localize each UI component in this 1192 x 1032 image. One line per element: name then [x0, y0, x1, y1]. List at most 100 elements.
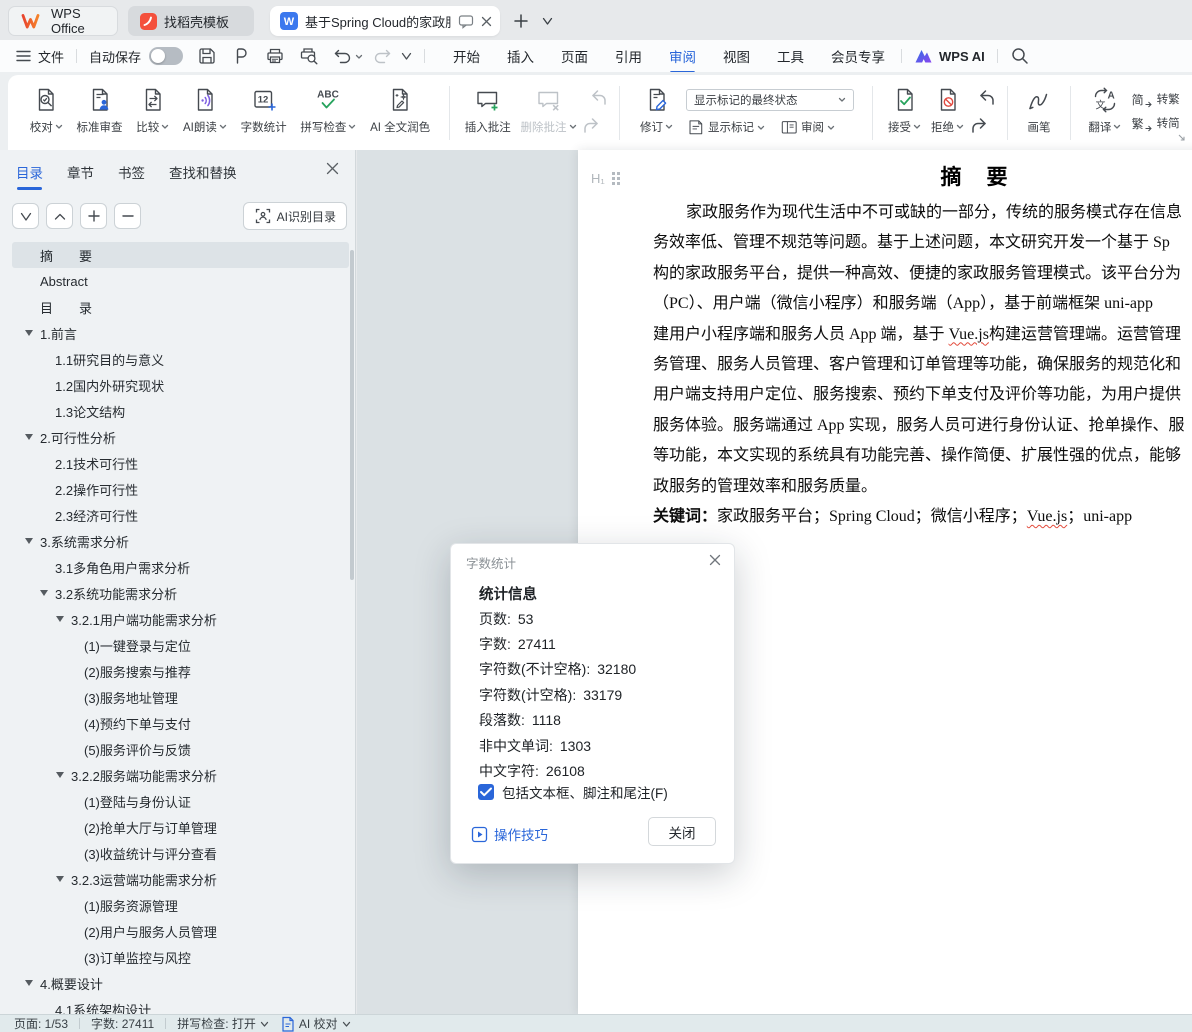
markup-state-select[interactable]: 显示标记的最终状态 — [686, 88, 854, 111]
toc-plus-button[interactable] — [80, 203, 107, 229]
toc-item[interactable]: (3)收益统计与评分查看 — [12, 840, 349, 866]
toc-chevron-up-button[interactable] — [46, 203, 73, 229]
close-tab-icon[interactable] — [481, 16, 492, 27]
toc-collapse-arrow-icon[interactable] — [25, 980, 33, 986]
ribbon-reject-button[interactable]: 拒绝 — [929, 82, 966, 135]
toc-collapse-arrow-icon[interactable] — [25, 434, 33, 440]
ribbon-revise-button[interactable]: 修订 — [638, 82, 675, 135]
tab-list-chevron-icon[interactable] — [542, 16, 553, 26]
convert-转繁-button[interactable]: 简转繁 — [1132, 91, 1180, 108]
menu-tab-页面[interactable]: 页面 — [561, 46, 588, 66]
ribbon-ai-polish-button[interactable]: AI 全文润色 — [368, 82, 432, 135]
ribbon-word-count-button[interactable]: 12 字数统计 — [239, 82, 289, 135]
toc-collapse-arrow-icon[interactable] — [25, 330, 33, 336]
ribbon-compare-button[interactable]: 比较 — [134, 82, 171, 135]
search-icon[interactable] — [1010, 46, 1030, 66]
toc-item[interactable]: 2.2操作可行性 — [12, 476, 349, 502]
export-pdf-icon[interactable] — [231, 46, 251, 66]
toc-item[interactable]: 2.可行性分析 — [12, 424, 349, 450]
toc-item[interactable]: 3.2.3运营端功能需求分析 — [12, 866, 349, 892]
toc-item[interactable]: 2.3经济可行性 — [12, 502, 349, 528]
toc-item[interactable]: 3.系统需求分析 — [12, 528, 349, 554]
undo-button[interactable] — [333, 46, 363, 66]
close-dialog-icon[interactable] — [709, 554, 721, 566]
toc-item[interactable]: 摘 要 — [12, 242, 349, 268]
print-preview-icon[interactable] — [299, 46, 319, 66]
status-spellcheck[interactable]: 拼写检查: 打开 — [177, 1015, 269, 1032]
toc-item[interactable]: (4)预约下单与支付 — [12, 710, 349, 736]
toc-item[interactable]: 1.3论文结构 — [12, 398, 349, 424]
toc-item[interactable]: (3)订单监控与风控 — [12, 944, 349, 970]
menu-tab-插入[interactable]: 插入 — [507, 46, 534, 66]
menu-tab-会员专享[interactable]: 会员专享 — [831, 46, 885, 66]
toc-item[interactable]: Abstract — [12, 268, 349, 294]
toc-scrollbar[interactable] — [350, 250, 354, 580]
tips-link[interactable]: 操作技巧 — [471, 824, 548, 844]
ribbon-accept-button[interactable]: 接受 — [886, 82, 923, 135]
toc-chevron-down-button[interactable] — [12, 203, 39, 229]
ribbon-proofread-button[interactable]: 校对 — [28, 82, 65, 135]
toc-item[interactable]: (1)服务资源管理 — [12, 892, 349, 918]
save-icon[interactable] — [197, 46, 217, 66]
toc-item[interactable]: (2)抢单大厅与订单管理 — [12, 814, 349, 840]
menu-tab-审阅[interactable]: 审阅 — [669, 46, 696, 74]
toc-item[interactable]: (2)用户与服务人员管理 — [12, 918, 349, 944]
toc-collapse-arrow-icon[interactable] — [40, 590, 48, 596]
more-commands-chevron-icon[interactable] — [401, 51, 412, 61]
toc-item[interactable]: 2.1技术可行性 — [12, 450, 349, 476]
toc-item[interactable]: 目 录 — [12, 294, 349, 320]
comment-bubble-icon[interactable] — [458, 14, 474, 29]
tab-wps-office[interactable]: WPS Office — [8, 6, 118, 36]
convert-转简-button[interactable]: 繁转简 — [1132, 115, 1180, 132]
ribbon-ai-read-button[interactable]: AI朗读 — [181, 82, 229, 135]
pane-tab-目录[interactable]: 目录 — [16, 162, 43, 190]
ribbon-standard-review-button[interactable]: 标准审查 — [75, 82, 125, 135]
close-button[interactable]: 关闭 — [648, 817, 716, 846]
ribbon-spellcheck-button[interactable]: ABC 拼写检查 — [298, 82, 358, 135]
status-word-count[interactable]: 字数: 27411 — [91, 1015, 154, 1032]
ai-recognize-toc-button[interactable]: AI识别目录 — [242, 202, 347, 230]
ribbon-insert-comment-button[interactable]: 插入批注 — [463, 82, 513, 135]
group-expand-icon[interactable] — [1177, 133, 1186, 142]
tab-current-document[interactable]: W 基于Spring Cloud的家政服务 — [270, 6, 500, 36]
new-tab-button[interactable] — [514, 14, 528, 28]
toc-collapse-arrow-icon[interactable] — [56, 616, 64, 622]
file-menu-button[interactable]: 文件 — [16, 47, 64, 66]
toc-item[interactable]: (1)一键登录与定位 — [12, 632, 349, 658]
include-textbox-checkbox[interactable]: 包括文本框、脚注和尾注(F) — [478, 782, 668, 802]
toc-item[interactable]: (3)服务地址管理 — [12, 684, 349, 710]
toc-item[interactable]: 4.1系统架构设计 — [12, 996, 349, 1015]
ribbon-review-pane-button[interactable]: 审阅 — [779, 118, 835, 137]
toc-item[interactable]: 3.2系统功能需求分析 — [12, 580, 349, 606]
previous-comment-icon[interactable] — [972, 87, 994, 107]
toc-item[interactable]: (1)登陆与身份认证 — [12, 788, 349, 814]
menu-tab-视图[interactable]: 视图 — [723, 46, 750, 66]
tab-docer-templates[interactable]: 找稻壳模板 — [128, 6, 254, 36]
toc-item[interactable]: 3.1多角色用户需求分析 — [12, 554, 349, 580]
ribbon-translate-button[interactable]: 文 A 翻译 — [1086, 82, 1123, 135]
toc-item[interactable]: 3.2.1用户端功能需求分析 — [12, 606, 349, 632]
toc-item[interactable]: (2)服务搜索与推荐 — [12, 658, 349, 684]
next-comment-icon[interactable] — [972, 115, 994, 135]
toc-item[interactable]: 4.概要设计 — [12, 970, 349, 996]
toc-collapse-arrow-icon[interactable] — [25, 538, 33, 544]
menu-tab-开始[interactable]: 开始 — [453, 46, 480, 66]
toc-item[interactable]: 1.前言 — [12, 320, 349, 346]
pane-tab-书签[interactable]: 书签 — [118, 162, 145, 182]
toc-item[interactable]: 1.1研究目的与意义 — [12, 346, 349, 372]
pane-tab-查找和替换[interactable]: 查找和替换 — [169, 162, 237, 182]
autosave-toggle[interactable] — [149, 47, 184, 65]
ribbon-show-markup-button[interactable]: 显示标记 — [686, 118, 765, 137]
ribbon-brush-button[interactable]: 画笔 — [1024, 82, 1054, 135]
toc-minus-button[interactable] — [114, 203, 141, 229]
pane-tab-章节[interactable]: 章节 — [67, 162, 94, 182]
toc-item[interactable]: 1.2国内外研究现状 — [12, 372, 349, 398]
toc-collapse-arrow-icon[interactable] — [56, 772, 64, 778]
status-ai-proofread[interactable]: AI 校对 — [280, 1015, 351, 1032]
toc-collapse-arrow-icon[interactable] — [56, 876, 64, 882]
menu-tab-工具[interactable]: 工具 — [777, 46, 804, 66]
menu-tab-引用[interactable]: 引用 — [615, 46, 642, 66]
wps-ai-button[interactable]: WPS AI — [914, 48, 985, 64]
print-icon[interactable] — [265, 46, 285, 66]
toc-item[interactable]: 3.2.2服务端功能需求分析 — [12, 762, 349, 788]
